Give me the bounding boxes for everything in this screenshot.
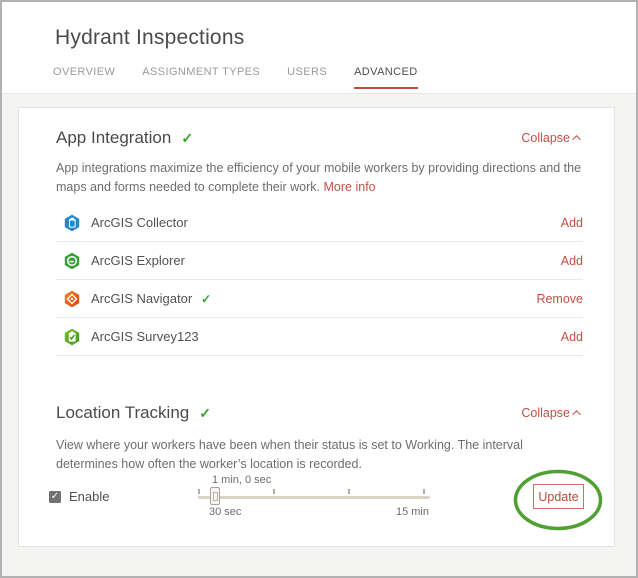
slider-handle[interactable] [210,487,220,505]
add-collector-link[interactable]: Add [561,216,583,230]
remove-navigator-link[interactable]: Remove [536,292,583,306]
app-name: ArcGIS Collector [91,215,188,230]
location-tracking-description: View where your workers have been when t… [56,436,588,473]
content-area: App Integration ✓ Collapse App integrati… [2,93,636,576]
description-text: App integrations maximize the efficiency… [56,161,581,194]
tab-advanced[interactable]: ADVANCED [354,66,418,89]
slider-min-label: 30 sec [209,506,241,518]
app-name: ArcGIS Explorer [91,253,185,268]
slider-current-value: 1 min, 0 sec [212,474,271,486]
app-row-survey123: ArcGIS Survey123 Add [56,318,583,356]
slider-tick [348,489,350,494]
page-title: Hydrant Inspections [55,26,244,50]
collapse-label: Collapse [521,406,570,420]
app-name: ArcGIS Survey123 [91,329,199,344]
arcgis-explorer-icon [63,252,81,270]
arcgis-navigator-icon [63,290,81,308]
slider-tick [273,489,275,494]
app-window: Hydrant Inspections OVERVIEW ASSIGNMENT … [0,0,638,578]
tab-users[interactable]: USERS [287,66,327,89]
app-integration-list: ArcGIS Collector Add ArcGIS Explorer Add [56,204,583,356]
slider-track[interactable] [198,496,430,499]
app-integration-collapse-button[interactable]: Collapse [521,131,581,145]
collapse-label: Collapse [521,131,570,145]
page-header: Hydrant Inspections OVERVIEW ASSIGNMENT … [2,2,636,93]
location-tracking-collapse-button[interactable]: Collapse [521,406,581,420]
location-tracking-header: Location Tracking ✓ Collapse [56,403,581,423]
settings-card: App Integration ✓ Collapse App integrati… [18,107,615,547]
app-integration-check-icon: ✓ [181,130,193,147]
app-integration-description: App integrations maximize the efficiency… [56,159,588,196]
enable-label: Enable [69,489,109,504]
app-row-navigator: ArcGIS Navigator ✓ Remove [56,280,583,318]
app-row-explorer: ArcGIS Explorer Add [56,242,583,280]
description-text: View where your workers have been when t… [56,438,523,471]
chevron-up-icon [572,135,580,143]
app-integration-header: App Integration ✓ Collapse [56,128,581,148]
slider-max-label: 15 min [396,506,429,518]
enable-checkbox[interactable]: ✓ [49,491,61,503]
tracking-interval-slider: 1 min, 0 sec 30 sec 15 min [198,474,430,520]
app-row-collector: ArcGIS Collector Add [56,204,583,242]
navigator-enabled-check-icon: ✓ [201,292,211,306]
location-tracking-title: Location Tracking [56,403,189,423]
more-info-link[interactable]: More info [324,180,376,194]
add-survey123-link[interactable]: Add [561,330,583,344]
slider-tick [198,489,200,494]
app-name: ArcGIS Navigator [91,291,192,306]
location-tracking-check-icon: ✓ [199,405,211,422]
chevron-up-icon [572,410,580,418]
update-button[interactable]: Update [533,484,584,509]
enable-tracking-control: ✓ Enable [49,489,109,504]
tab-bar: OVERVIEW ASSIGNMENT TYPES USERS ADVANCED [53,66,418,89]
arcgis-survey123-icon [63,328,81,346]
arcgis-collector-icon [63,214,81,232]
slider-tick [423,489,425,494]
add-explorer-link[interactable]: Add [561,254,583,268]
app-integration-title: App Integration [56,128,171,148]
tab-assignment-types[interactable]: ASSIGNMENT TYPES [142,66,260,89]
tab-overview[interactable]: OVERVIEW [53,66,115,89]
